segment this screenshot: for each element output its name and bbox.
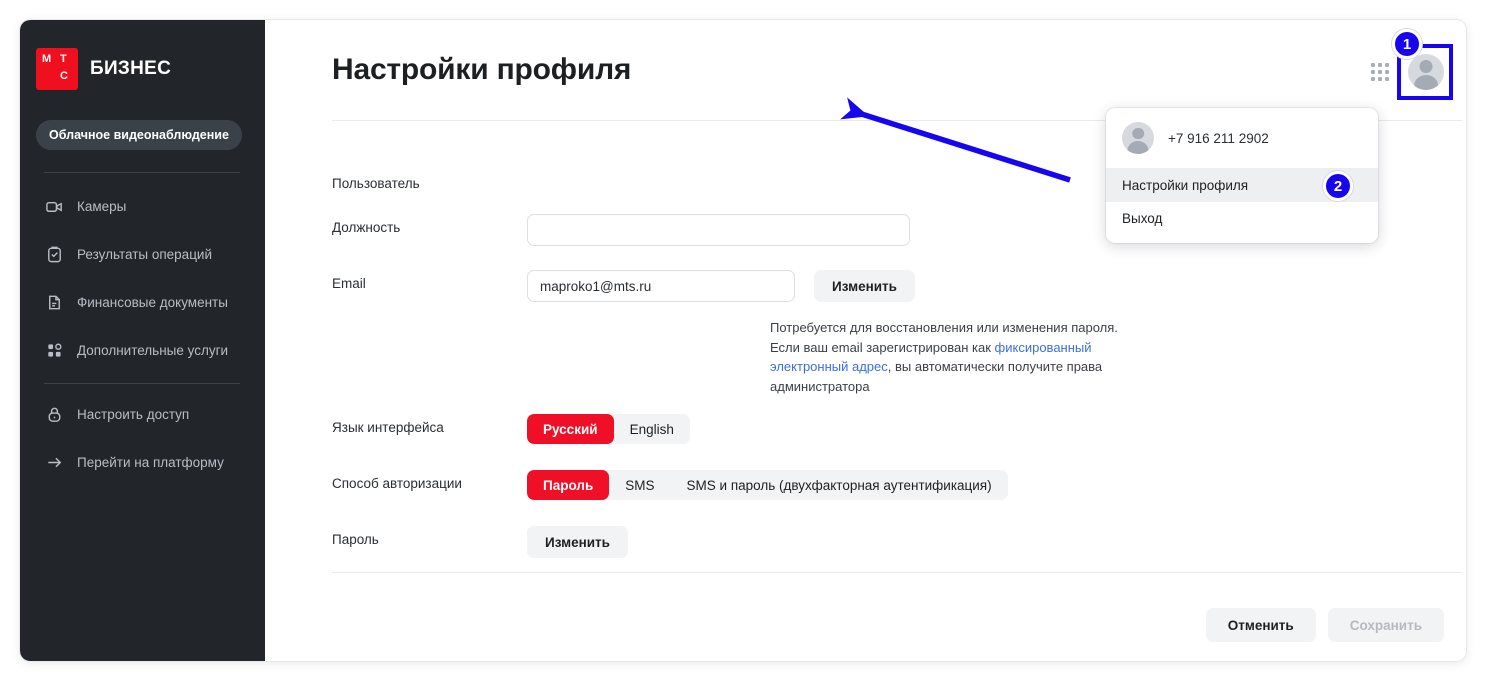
section-user: Пользователь bbox=[332, 176, 527, 191]
app-window: М Т С БИЗНЕС Облачное видеонаблюдение Ка… bbox=[20, 20, 1466, 661]
save-button: Сохранить bbox=[1327, 608, 1444, 642]
auth-method-label: Способ авторизации bbox=[332, 476, 462, 491]
brand-name: БИЗНЕС bbox=[90, 58, 172, 79]
row-auth-method: Способ авторизации Пароль SMS SMS и паро… bbox=[332, 470, 1008, 500]
auth-option-sms-and-password[interactable]: SMS и пароль (двухфакторная аутентификац… bbox=[671, 470, 1008, 500]
sidebar-label: Финансовые документы bbox=[77, 294, 228, 310]
row-position: Должность bbox=[332, 214, 910, 246]
email-input[interactable] bbox=[527, 270, 795, 302]
position-input[interactable] bbox=[527, 214, 910, 246]
auth-segmented-control: Пароль SMS SMS и пароль (двухфакторная а… bbox=[527, 470, 1008, 500]
service-pill[interactable]: Облачное видеонаблюдение bbox=[36, 120, 242, 150]
arrow-right-icon bbox=[44, 452, 64, 472]
lock-icon bbox=[44, 404, 64, 424]
email-label: Email bbox=[332, 276, 366, 291]
language-segmented-control: Русский English bbox=[527, 414, 690, 444]
sidebar-item-operation-results[interactable]: Результаты операций bbox=[44, 241, 254, 267]
brand-logo: М Т С БИЗНЕС bbox=[36, 48, 171, 90]
grid-squares-icon bbox=[44, 340, 64, 360]
logo-letter-m: М bbox=[42, 53, 52, 65]
clipboard-check-icon bbox=[44, 244, 64, 264]
sidebar-item-financial-documents[interactable]: Финансовые документы bbox=[44, 289, 254, 315]
sidebar-item-go-to-platform[interactable]: Перейти на платформу bbox=[44, 449, 254, 475]
language-label: Язык интерфейса bbox=[332, 420, 444, 435]
sidebar-item-cameras[interactable]: Камеры bbox=[44, 193, 254, 219]
sidebar-item-configure-access[interactable]: Настроить доступ bbox=[44, 401, 254, 427]
sidebar-divider-bottom bbox=[44, 383, 240, 384]
position-label: Должность bbox=[332, 220, 401, 235]
email-hint: Потребуется для восстановления или измен… bbox=[770, 318, 1150, 396]
row-email: Email Изменить bbox=[332, 270, 915, 302]
dropdown-phone: +7 916 211 2902 bbox=[1168, 130, 1269, 146]
screenshot-root: М Т С БИЗНЕС Облачное видеонаблюдение Ка… bbox=[0, 0, 1486, 681]
section-label: Пользователь bbox=[332, 176, 420, 191]
annotation-badge-1: 1 bbox=[1392, 29, 1422, 59]
apps-grid-icon[interactable] bbox=[1371, 62, 1390, 82]
annotation-badge-2: 2 bbox=[1323, 171, 1353, 201]
logo-letter-t: Т bbox=[60, 53, 67, 65]
auth-option-sms[interactable]: SMS bbox=[609, 470, 670, 500]
sidebar-divider-top bbox=[44, 172, 240, 173]
camera-icon bbox=[44, 196, 64, 216]
sidebar-label: Результаты операций bbox=[77, 246, 213, 262]
sidebar-item-additional-services[interactable]: Дополнительные услуги bbox=[44, 337, 254, 363]
language-option-en[interactable]: English bbox=[614, 414, 690, 444]
sidebar-label: Дополнительные услуги bbox=[77, 342, 229, 358]
footer-actions: Отменить Сохранить bbox=[1205, 608, 1444, 642]
email-change-button[interactable]: Изменить bbox=[814, 270, 915, 302]
sidebar-label: Настроить доступ bbox=[77, 406, 190, 422]
mts-logo-icon: М Т С bbox=[36, 48, 78, 90]
row-language: Язык интерфейса Русский English bbox=[332, 414, 690, 444]
sidebar-label: Камеры bbox=[77, 198, 127, 214]
sidebar: М Т С БИЗНЕС Облачное видеонаблюдение Ка… bbox=[20, 20, 265, 661]
password-change-button[interactable]: Изменить bbox=[527, 526, 628, 558]
document-icon bbox=[44, 292, 64, 312]
language-option-ru[interactable]: Русский bbox=[527, 414, 614, 444]
sidebar-label: Перейти на платформу bbox=[77, 454, 224, 470]
auth-option-password[interactable]: Пароль bbox=[527, 470, 610, 500]
dropdown-user-row: +7 916 211 2902 bbox=[1106, 122, 1378, 169]
row-password: Пароль Изменить bbox=[332, 526, 628, 558]
cancel-button[interactable]: Отменить bbox=[1205, 608, 1316, 642]
password-label: Пароль bbox=[332, 532, 379, 547]
footer-divider bbox=[332, 572, 1462, 573]
logo-letter-s: С bbox=[60, 70, 68, 82]
user-avatar-icon bbox=[1122, 122, 1154, 154]
page-title: Настройки профиля bbox=[332, 53, 632, 86]
dropdown-item-logout[interactable]: Выход bbox=[1106, 202, 1378, 235]
